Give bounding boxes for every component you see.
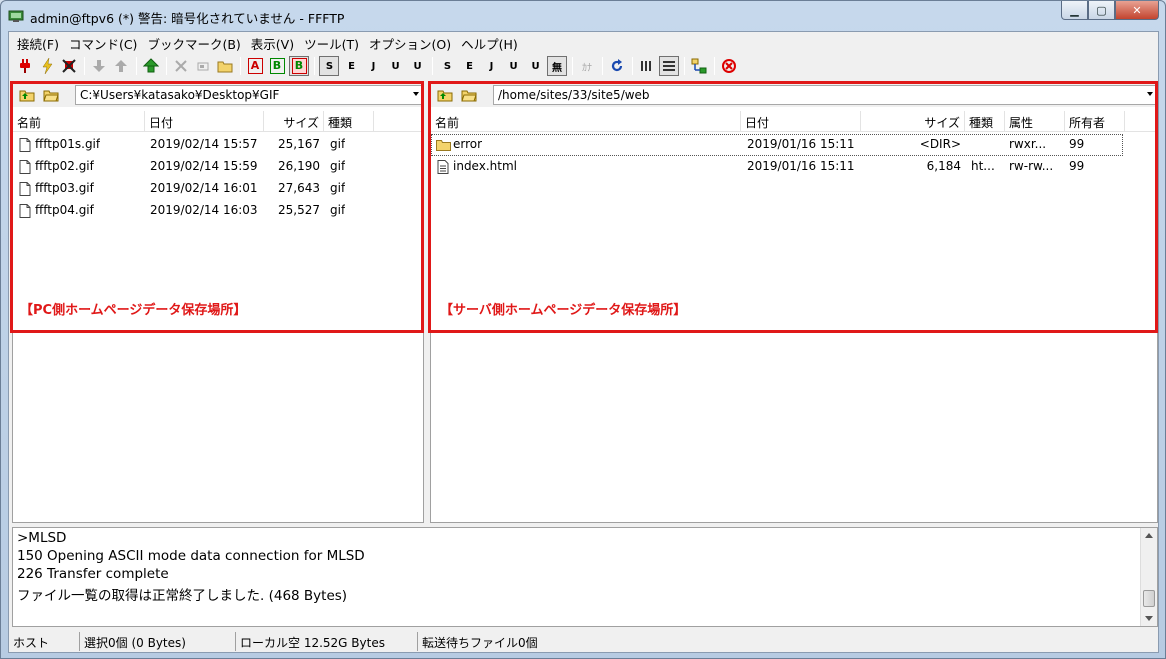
toolbar-separator — [314, 57, 315, 75]
local-euc-button[interactable]: E — [341, 56, 361, 76]
kana-button[interactable]: ｶﾅ — [577, 56, 597, 76]
disconnect-icon[interactable] — [59, 56, 79, 76]
client-area: 接続(F) コマンド(C) ブックマーク(B) 表示(V) ツール(T) オプシ… — [8, 31, 1159, 653]
scroll-down-arrow-icon[interactable] — [1145, 616, 1153, 621]
download-icon[interactable] — [89, 56, 109, 76]
toolbar-separator — [684, 57, 685, 75]
binary-label: B — [269, 58, 285, 74]
detail-view-icon[interactable] — [659, 56, 679, 76]
remote-pane: /home/sites/33/site5/web 名前 日付 サイズ 種類 属性… — [428, 81, 1158, 523]
app-window: admin@ftpv6 (*) 警告: 暗号化されていません - FFFTP ▁… — [0, 0, 1166, 659]
binary-mode-button[interactable]: B — [267, 56, 287, 76]
status-bar: ホスト 選択0個 (0 Bytes) ローカル空 12.52G Bytes 転送… — [9, 629, 1158, 653]
toolbar-separator — [240, 57, 241, 75]
close-button[interactable]: ✕ — [1115, 1, 1159, 20]
log-area[interactable]: >MLSD 150 Opening ASCII mode data connec… — [12, 527, 1158, 627]
scroll-up-arrow-icon[interactable] — [1145, 533, 1153, 538]
list-view-icon[interactable] — [637, 56, 657, 76]
local-annotation-label: 【PC側ホームページデータ保存場所】 — [20, 303, 247, 318]
menu-bookmark[interactable]: ブックマーク(B) — [142, 32, 245, 52]
local-annotation-box — [10, 81, 424, 333]
toolbar-separator — [602, 57, 603, 75]
toolbar-separator — [136, 57, 137, 75]
remote-jis-button[interactable]: J — [481, 56, 501, 76]
new-folder-icon[interactable] — [215, 56, 235, 76]
rename-icon[interactable] — [193, 56, 213, 76]
toolbar-separator — [714, 57, 715, 75]
mirror-upload-icon[interactable] — [141, 56, 161, 76]
log-line: >MLSD — [17, 530, 67, 546]
menu-bar: 接続(F) コマンド(C) ブックマーク(B) 表示(V) ツール(T) オプシ… — [9, 32, 1158, 52]
toolbar-separator — [632, 57, 633, 75]
status-selection: 選択0個 (0 Bytes) — [80, 631, 236, 651]
status-local-free: ローカル空 12.52G Bytes — [236, 631, 418, 651]
title-bar[interactable]: admin@ftpv6 (*) 警告: 暗号化されていません - FFFTP ▁… — [1, 1, 1165, 31]
menu-view[interactable]: 表示(V) — [246, 32, 299, 52]
minimize-button[interactable]: ▁ — [1061, 1, 1088, 20]
menu-command[interactable]: コマンド(C) — [64, 32, 142, 52]
local-pane: C:¥Users¥katasako¥Desktop¥GIF 名前 日付 サイズ … — [10, 81, 424, 523]
log-line: ファイル一覧の取得は正常終了しました. (468 Bytes) — [17, 588, 348, 604]
remote-euc-button[interactable]: E — [459, 56, 479, 76]
ascii-label: A — [247, 58, 263, 74]
sync-folders-icon[interactable] — [689, 56, 709, 76]
delete-icon[interactable] — [171, 56, 191, 76]
log-line: 226 Transfer complete — [17, 566, 169, 582]
local-sjis-button[interactable]: S — [319, 56, 339, 76]
auto-mode-button[interactable]: B — [289, 56, 309, 76]
window-title: admin@ftpv6 (*) 警告: 暗号化されていません - FFFTP — [30, 11, 345, 26]
toolbar-separator — [166, 57, 167, 75]
maximize-button[interactable]: ▢ — [1088, 1, 1115, 20]
remote-annotation-label: 【サーバ側ホームページデータ保存場所】 — [440, 303, 687, 318]
quick-connect-icon[interactable] — [37, 56, 57, 76]
auto-label: B — [291, 58, 307, 74]
log-scrollbar[interactable] — [1140, 528, 1157, 626]
menu-connect[interactable]: 接続(F) — [12, 32, 64, 52]
local-utf8-button[interactable]: U — [407, 56, 427, 76]
ascii-mode-button[interactable]: A — [245, 56, 265, 76]
stop-icon[interactable] — [719, 56, 739, 76]
status-host: ホスト — [9, 631, 80, 651]
upload-icon[interactable] — [111, 56, 131, 76]
local-utf8n-button[interactable]: U — [385, 56, 405, 76]
toolbar-separator — [432, 57, 433, 75]
ffftp-app-icon — [8, 10, 24, 22]
toolbar-separator — [84, 57, 85, 75]
remote-utf8-button[interactable]: U — [525, 56, 545, 76]
menu-tools[interactable]: ツール(T) — [299, 32, 364, 52]
menu-options[interactable]: オプション(O) — [364, 32, 456, 52]
remote-utf8n-button[interactable]: U — [503, 56, 523, 76]
status-queue: 転送待ちファイル0個 — [422, 635, 538, 650]
connect-icon[interactable] — [15, 56, 35, 76]
remote-annotation-box — [428, 81, 1158, 333]
toolbar-separator — [572, 57, 573, 75]
scrollbar-thumb[interactable] — [1143, 590, 1155, 607]
menu-help[interactable]: ヘルプ(H) — [456, 32, 523, 52]
toolbar: A B B S E J U U S E J U U 無 ｶﾅ — [9, 53, 1158, 79]
remote-sjis-button[interactable]: S — [437, 56, 457, 76]
local-jis-button[interactable]: J — [363, 56, 383, 76]
refresh-icon[interactable] — [607, 56, 627, 76]
no-conversion-button[interactable]: 無 — [547, 56, 567, 76]
log-line: 150 Opening ASCII mode data connection f… — [17, 548, 365, 564]
window-controls: ▁ ▢ ✕ — [1061, 1, 1159, 21]
